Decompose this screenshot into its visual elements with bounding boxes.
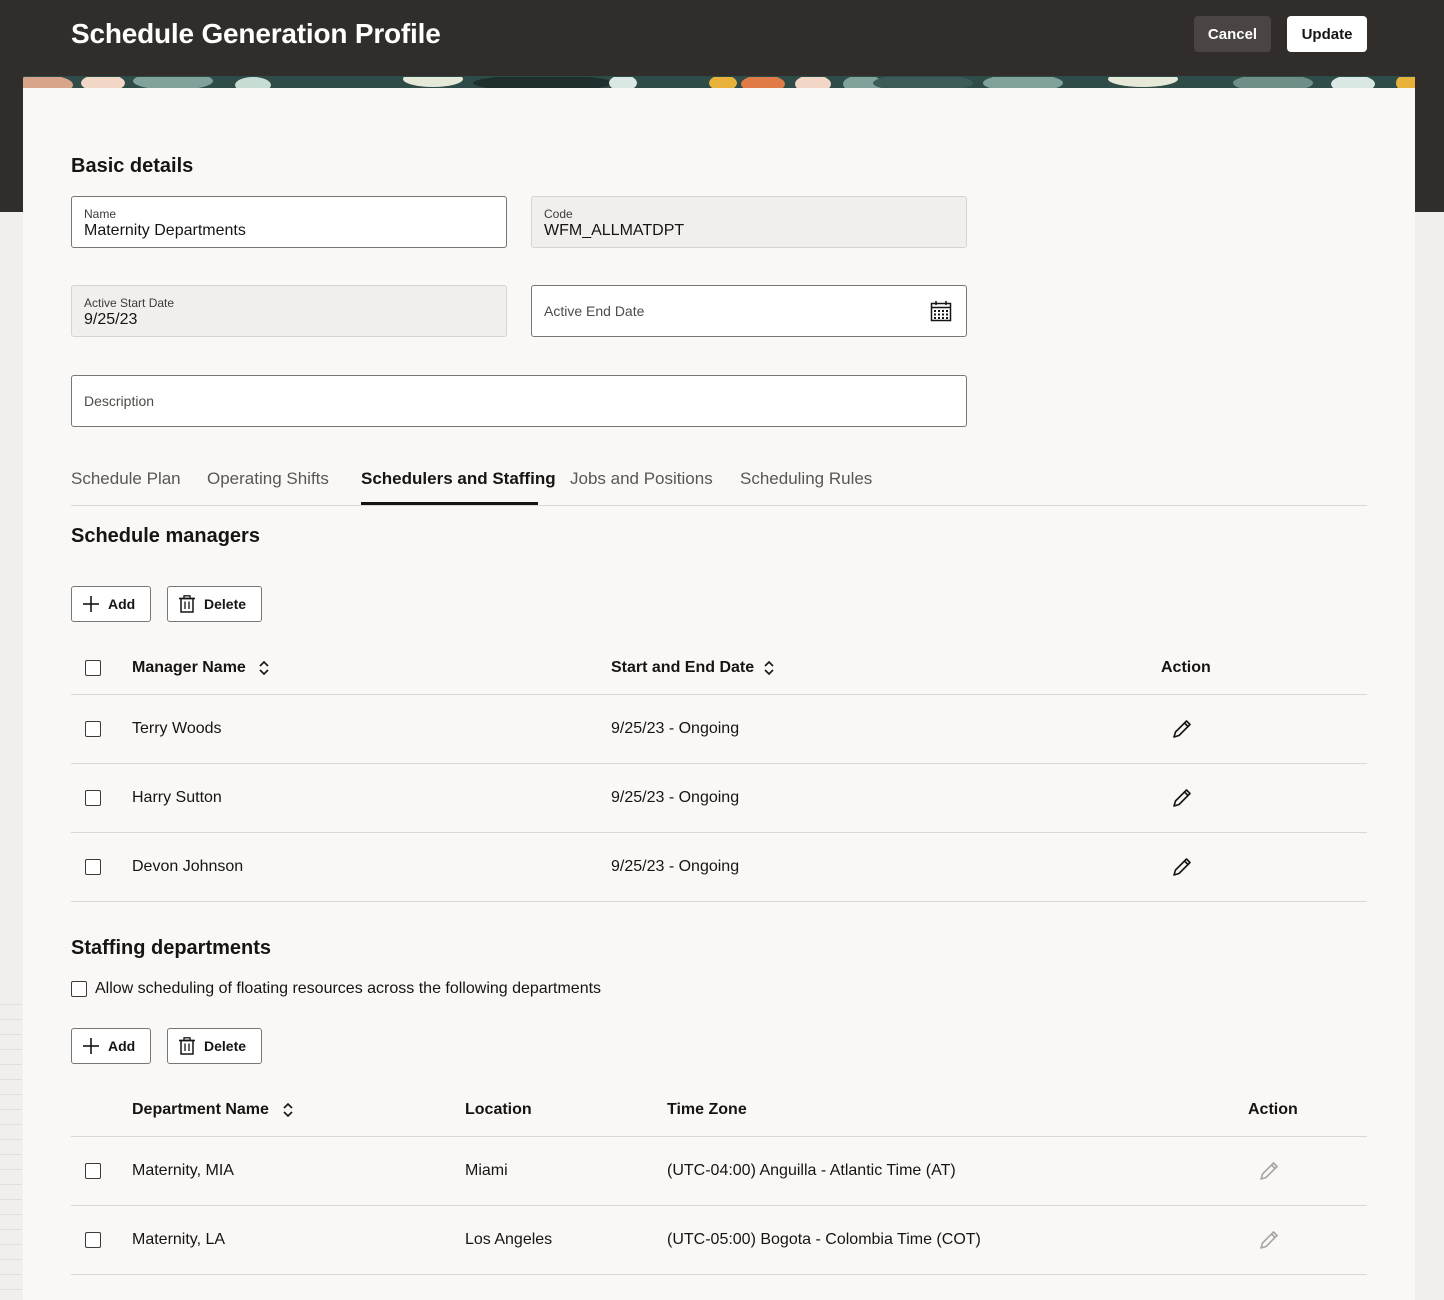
divider: [71, 901, 1367, 902]
name-field[interactable]: Name Maternity Departments: [71, 196, 507, 248]
background-pattern: [0, 990, 22, 1300]
add-manager-label: Add: [108, 596, 136, 612]
active-start-date-label: Active Start Date: [84, 296, 175, 310]
tab-operating-shifts[interactable]: Operating Shifts: [207, 469, 329, 489]
delete-manager-label: Delete: [204, 596, 247, 612]
time-zone-cell: (UTC-04:00) Anguilla - Atlantic Time (AT…: [667, 1162, 956, 1179]
sort-icon[interactable]: [763, 660, 775, 676]
active-tab-indicator: [361, 502, 538, 505]
tab-schedulers-and-staffing[interactable]: Schedulers and Staffing: [361, 469, 556, 489]
name-label: Name: [84, 207, 117, 221]
divider: [71, 694, 1367, 695]
select-all-managers-checkbox[interactable]: [85, 660, 101, 676]
tab-jobs-and-positions[interactable]: Jobs and Positions: [570, 469, 713, 489]
tab-bar: Schedule Plan Operating Shifts Scheduler…: [71, 464, 1367, 506]
delete-department-button[interactable]: Delete: [167, 1028, 262, 1064]
divider: [71, 1274, 1367, 1275]
manager-name-header[interactable]: Manager Name: [132, 659, 246, 677]
code-field: Code WFM_ALLMATDPT: [531, 196, 967, 248]
description-placeholder: Description: [84, 393, 155, 409]
tab-scheduling-rules[interactable]: Scheduling Rules: [740, 469, 872, 489]
manager-dates-cell: 9/25/23 - Ongoing: [611, 858, 740, 875]
staffing-departments-title: Staffing departments: [71, 937, 272, 959]
sort-icon[interactable]: [258, 660, 270, 676]
divider: [71, 1136, 1367, 1137]
department-row-checkbox[interactable]: [85, 1232, 101, 1248]
trash-icon: [179, 1037, 195, 1055]
manager-name-cell: Terry Woods: [132, 720, 222, 737]
edit-pencil-icon: [1260, 1231, 1278, 1249]
page-title: Schedule Generation Profile: [71, 18, 441, 49]
manager-row-checkbox[interactable]: [85, 721, 101, 737]
location-header: Location: [465, 1101, 532, 1118]
cancel-button[interactable]: Cancel: [1194, 16, 1271, 52]
edit-pencil-icon[interactable]: [1171, 787, 1193, 809]
active-start-date-field: Active Start Date 9/25/23: [71, 285, 507, 337]
plus-icon: [83, 1038, 99, 1054]
code-value: WFM_ALLMATDPT: [544, 222, 685, 239]
add-manager-button[interactable]: Add: [71, 586, 151, 622]
location-cell: Miami: [465, 1162, 508, 1179]
department-name-cell: Maternity, MIA: [132, 1162, 234, 1179]
code-label: Code: [544, 207, 573, 221]
manager-row-checkbox[interactable]: [85, 790, 101, 806]
divider: [71, 1205, 1367, 1206]
department-row-checkbox[interactable]: [85, 1163, 101, 1179]
allow-floating-checkbox[interactable]: [71, 981, 87, 997]
manager-row-checkbox[interactable]: [85, 859, 101, 875]
department-name-header[interactable]: Department Name: [132, 1101, 269, 1119]
plus-icon: [83, 596, 99, 612]
basic-details-title: Basic details: [71, 155, 194, 177]
location-cell: Los Angeles: [465, 1231, 553, 1248]
manager-name-cell: Devon Johnson: [132, 858, 244, 875]
active-start-date-value: 9/25/23: [84, 311, 138, 328]
schedule-managers-title: Schedule managers: [71, 525, 260, 547]
tab-schedule-plan[interactable]: Schedule Plan: [71, 469, 181, 489]
delete-manager-button[interactable]: Delete: [167, 586, 262, 622]
active-end-date-field[interactable]: Active End Date: [531, 285, 967, 337]
manager-name-cell: Harry Sutton: [132, 789, 222, 806]
sort-icon[interactable]: [282, 1102, 294, 1118]
divider: [71, 763, 1367, 764]
department-name-cell: Maternity, LA: [132, 1231, 226, 1248]
edit-pencil-icon[interactable]: [1171, 856, 1193, 878]
add-department-label: Add: [108, 1038, 136, 1054]
active-end-date-placeholder: Active End Date: [544, 303, 645, 319]
department-action-header: Action: [1248, 1101, 1298, 1118]
edit-pencil-icon: [1260, 1162, 1278, 1180]
edit-pencil-icon[interactable]: [1171, 718, 1193, 740]
delete-department-label: Delete: [204, 1038, 247, 1054]
add-department-button[interactable]: Add: [71, 1028, 151, 1064]
manager-dates-cell: 9/25/23 - Ongoing: [611, 720, 740, 737]
decorative-banner: [23, 76, 1415, 88]
name-value: Maternity Departments: [84, 222, 246, 239]
time-zone-header: Time Zone: [667, 1101, 747, 1118]
divider: [71, 832, 1367, 833]
trash-icon: [179, 595, 195, 613]
allow-floating-label: Allow scheduling of floating resources a…: [95, 980, 602, 997]
calendar-icon[interactable]: [930, 300, 952, 322]
start-end-date-header[interactable]: Start and End Date: [611, 659, 754, 677]
manager-action-header: Action: [1161, 659, 1211, 676]
description-field[interactable]: Description: [71, 375, 967, 427]
time-zone-cell: (UTC-05:00) Bogota - Colombia Time (COT): [667, 1231, 981, 1248]
update-button[interactable]: Update: [1287, 16, 1367, 52]
manager-dates-cell: 9/25/23 - Ongoing: [611, 789, 740, 806]
